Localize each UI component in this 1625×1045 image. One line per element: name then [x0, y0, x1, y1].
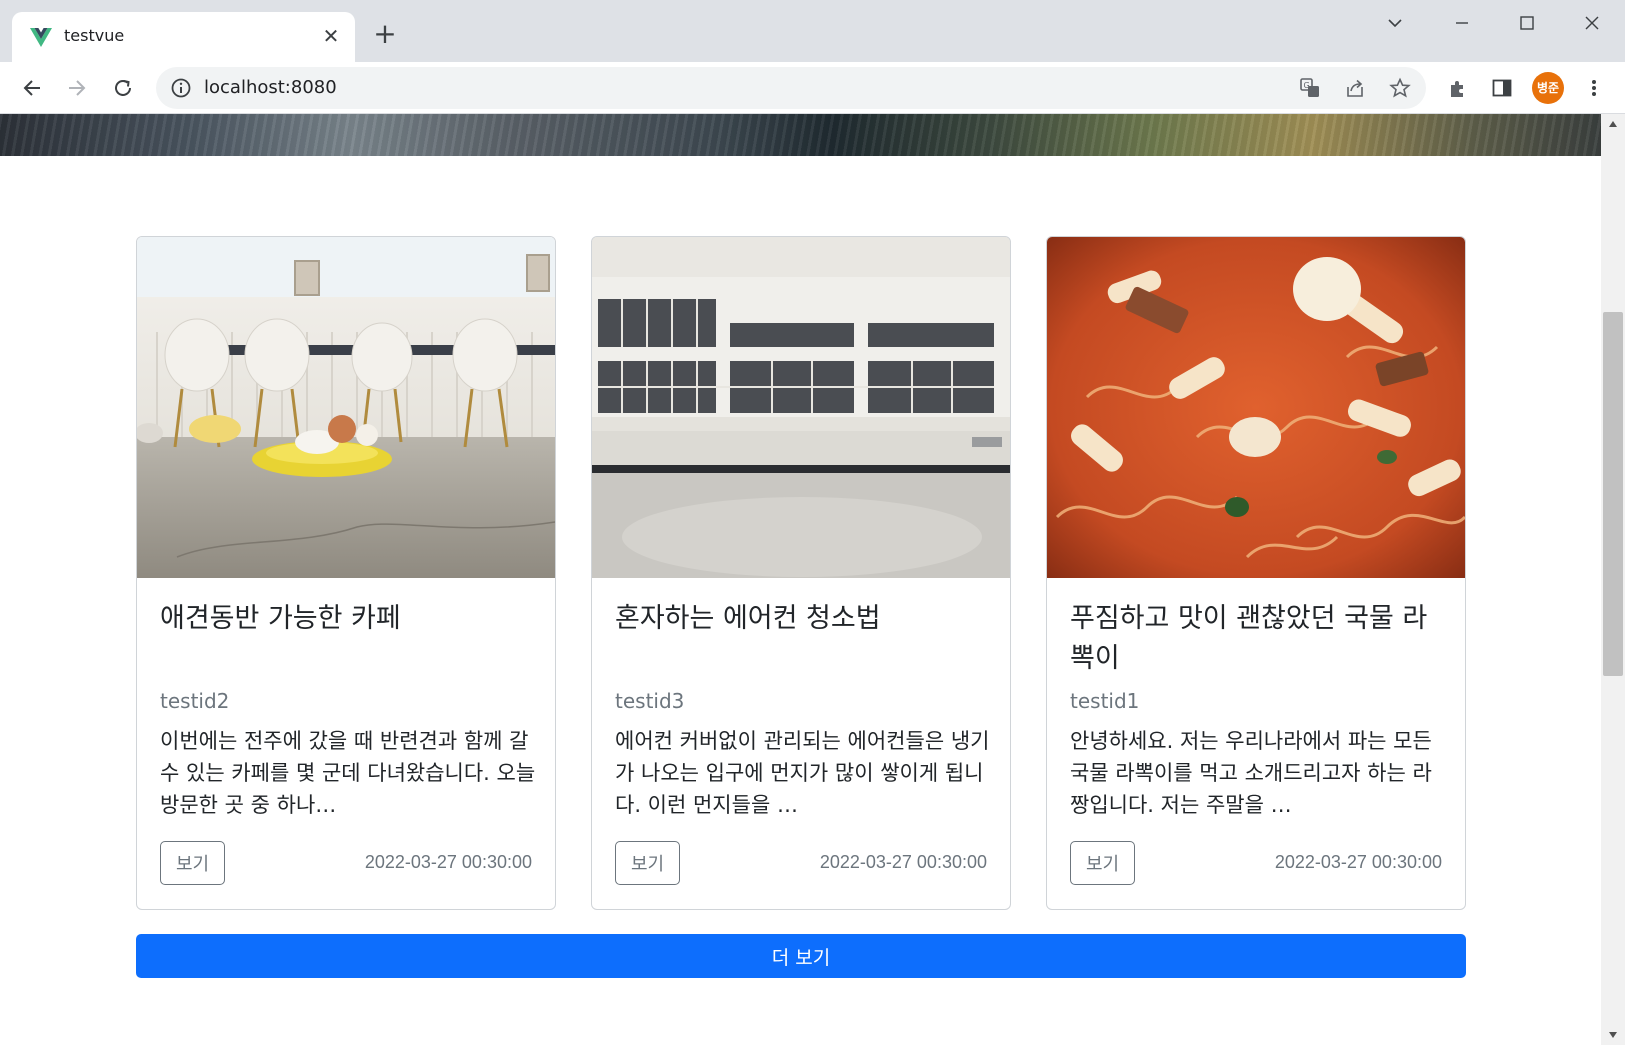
browser-tab-strip: testvue ✕ +: [0, 0, 1625, 62]
card-date: 2022-03-27 00:30:00: [1274, 852, 1442, 872]
post-card: 혼자하는 에어컨 청소법 testid3 에어컨 커버없이 관리되는 에어컨들은…: [591, 236, 1011, 910]
card-title: 푸짐하고 맛이 괜찮았던 국물 라뽁이: [1070, 603, 1428, 674]
card-image-air-conditioner: [592, 237, 1010, 578]
card-title: 혼자하는 에어컨 청소법: [615, 603, 881, 634]
card-author: testid2: [160, 689, 230, 713]
view-button[interactable]: 보기: [160, 841, 225, 885]
minimize-icon[interactable]: [1442, 8, 1482, 38]
window-close-icon[interactable]: [1572, 8, 1612, 38]
svg-text:G: G: [1304, 81, 1310, 90]
back-arrow-icon[interactable]: [18, 74, 46, 102]
share-icon[interactable]: [1343, 76, 1367, 100]
browser-tab[interactable]: testvue ✕: [12, 12, 355, 62]
card-image-rabokki: [1047, 237, 1465, 578]
reload-icon[interactable]: [109, 74, 137, 102]
card-author: testid1: [1070, 689, 1140, 713]
card-title: 애견동반 가능한 카페: [160, 603, 401, 634]
load-more-button[interactable]: 더 보기: [136, 934, 1466, 978]
vue-logo-icon: [30, 28, 52, 47]
scroll-up-arrow-icon[interactable]: [1601, 114, 1625, 134]
tab-title: testvue: [64, 26, 125, 45]
translate-icon[interactable]: G: [1298, 76, 1322, 100]
browser-toolbar: localhost:8080 G 병준: [0, 62, 1625, 114]
new-tab-plus-icon[interactable]: +: [371, 20, 399, 48]
scroll-down-arrow-icon[interactable]: [1601, 1025, 1625, 1045]
card-excerpt: 이번에는 전주에 갔을 때 반련견과 함께 갈 수 있는 카페를 몇 군데 다녀…: [160, 729, 536, 817]
side-panel-icon[interactable]: [1488, 74, 1516, 102]
card-date: 2022-03-27 00:30:00: [364, 852, 532, 872]
forward-arrow-icon[interactable]: [63, 74, 91, 102]
bookmark-star-icon[interactable]: [1388, 76, 1412, 100]
view-button[interactable]: 보기: [1070, 841, 1135, 885]
card-author: testid3: [615, 689, 685, 713]
post-card: 애견동반 가능한 카페 testid2 이번에는 전주에 갔을 때 반련견과 함…: [136, 236, 556, 910]
page-scrollbar[interactable]: [1601, 114, 1625, 1045]
scrollbar-thumb[interactable]: [1603, 312, 1623, 676]
url-text[interactable]: localhost:8080: [204, 77, 337, 98]
card-image-dog-cafe: [137, 237, 555, 578]
profile-avatar[interactable]: 병준: [1532, 72, 1564, 104]
page-viewport: 애견동반 가능한 카페 testid2 이번에는 전주에 갔을 때 반련견과 함…: [0, 114, 1601, 1045]
card-excerpt: 에어컨 커버없이 관리되는 에어컨들은 냉기가 나오는 입구에 먼지가 많이 쌓…: [615, 729, 990, 817]
site-info-icon[interactable]: [170, 77, 192, 99]
card-excerpt: 안녕하세요. 저는 우리나라에서 파는 모든 국물 라뽁이를 먹고 소개드리고자…: [1070, 729, 1432, 817]
card-date: 2022-03-27 00:30:00: [819, 852, 987, 872]
maximize-icon[interactable]: [1507, 8, 1547, 38]
post-card: 푸짐하고 맛이 괜찮았던 국물 라뽁이 testid1 안녕하세요. 저는 우리…: [1046, 236, 1466, 910]
address-bar[interactable]: localhost:8080 G: [156, 67, 1426, 109]
hero-banner-image: [0, 114, 1601, 156]
close-icon[interactable]: ✕: [319, 24, 343, 48]
view-button[interactable]: 보기: [615, 841, 680, 885]
chevron-down-icon[interactable]: [1375, 8, 1415, 38]
extensions-puzzle-icon[interactable]: [1444, 74, 1472, 102]
more-vertical-icon[interactable]: [1580, 74, 1608, 102]
